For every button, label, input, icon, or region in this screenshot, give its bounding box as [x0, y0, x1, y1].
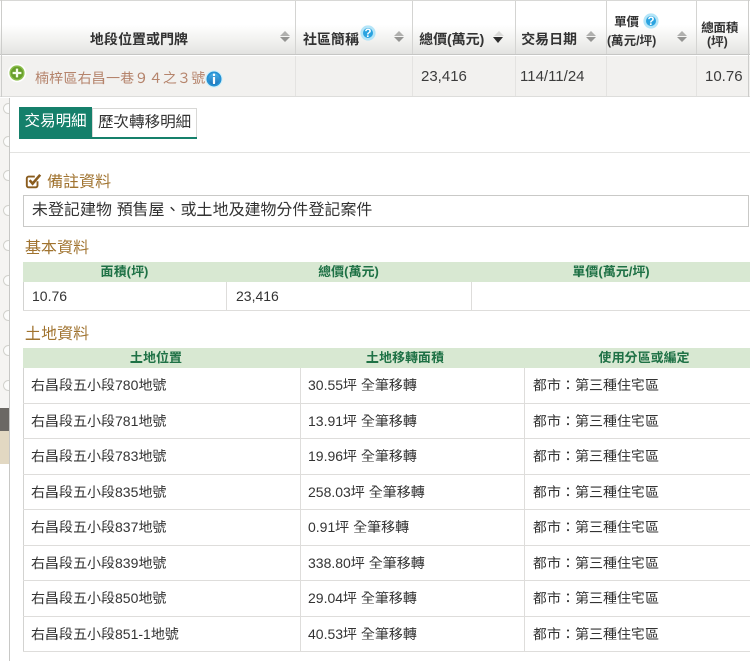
svg-text:?: ?: [364, 28, 371, 40]
svg-text:?: ?: [647, 16, 654, 28]
